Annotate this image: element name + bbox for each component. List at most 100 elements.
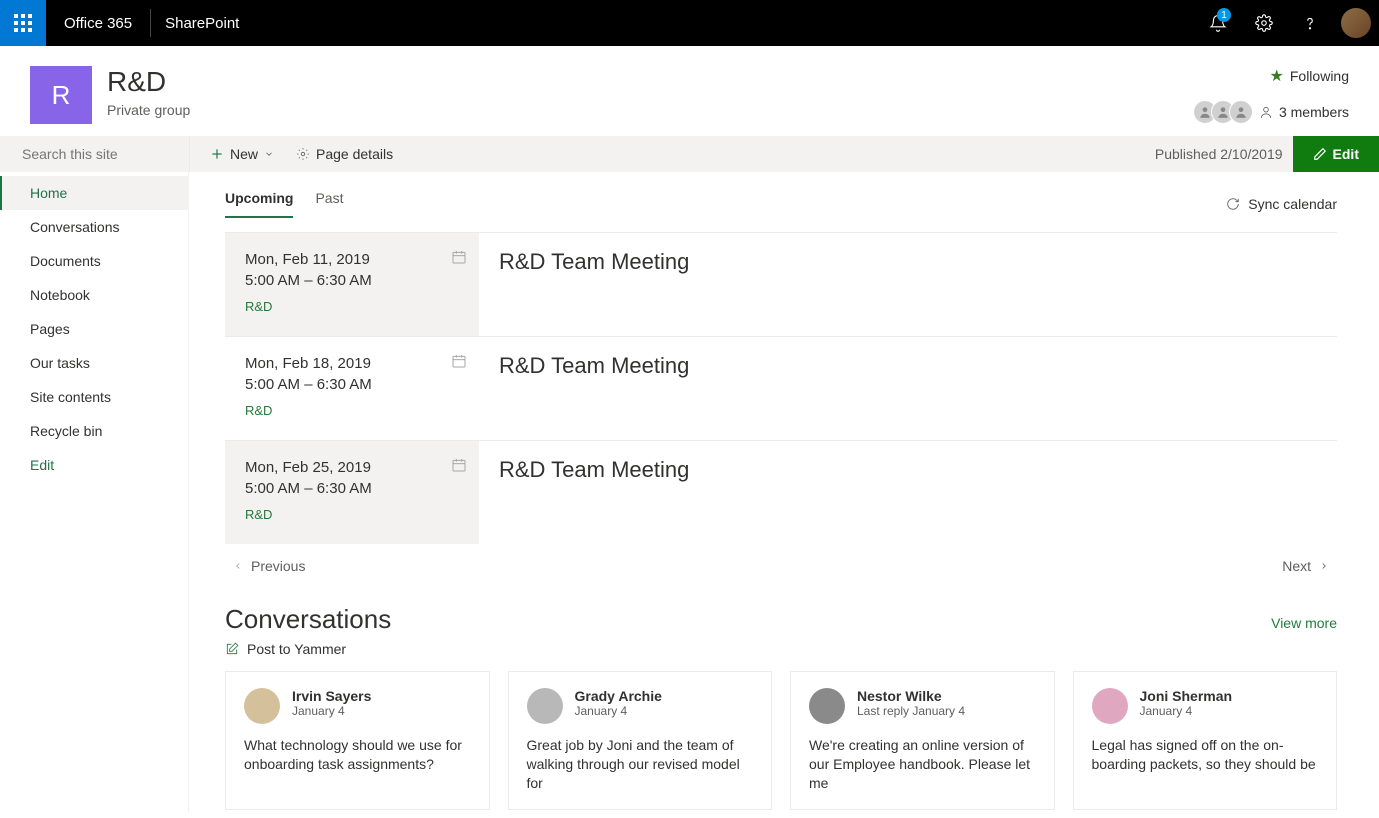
author-avatar xyxy=(244,688,280,724)
recurrence-icon xyxy=(451,457,467,473)
nav-item-documents[interactable]: Documents xyxy=(0,244,188,278)
event-body: R&D Team Meeting xyxy=(479,233,1337,336)
app-launcher[interactable] xyxy=(0,0,46,46)
conversation-card[interactable]: Irvin SayersJanuary 4What technology sho… xyxy=(225,671,490,810)
conversations-grid: Irvin SayersJanuary 4What technology sho… xyxy=(225,671,1337,810)
brand-label[interactable]: Office 365 xyxy=(46,9,151,37)
user-avatar-icon xyxy=(1341,8,1371,38)
author-avatar xyxy=(527,688,563,724)
search-box[interactable] xyxy=(0,136,189,172)
recurrence-icon xyxy=(451,353,467,369)
star-icon: ★ xyxy=(1270,66,1284,86)
pencil-icon xyxy=(1313,147,1327,161)
tab-past[interactable]: Past xyxy=(315,190,343,218)
sync-calendar-button[interactable]: Sync calendar xyxy=(1226,196,1337,212)
event-body: R&D Team Meeting xyxy=(479,441,1337,544)
nav-item-conversations[interactable]: Conversations xyxy=(0,210,188,244)
new-button[interactable]: New xyxy=(210,146,274,162)
event-date: Mon, Feb 25, 2019 xyxy=(245,459,459,476)
tab-upcoming[interactable]: Upcoming xyxy=(225,190,293,218)
author-name: Irvin Sayers xyxy=(292,688,371,704)
view-more-link[interactable]: View more xyxy=(1271,615,1337,631)
compose-icon xyxy=(225,642,239,656)
author-name: Joni Sherman xyxy=(1140,688,1233,704)
sync-label: Sync calendar xyxy=(1248,196,1337,212)
sync-icon xyxy=(1226,197,1240,211)
post-label: Post to Yammer xyxy=(247,641,346,657)
conversation-card[interactable]: Grady ArchieJanuary 4Great job by Joni a… xyxy=(508,671,773,810)
published-date: Published 2/10/2019 xyxy=(1155,146,1293,162)
post-date: Last reply January 4 xyxy=(857,704,965,718)
gear-icon xyxy=(296,147,310,161)
event-date: Mon, Feb 11, 2019 xyxy=(245,251,459,268)
conversation-card[interactable]: Nestor WilkeLast reply January 4 We're cr… xyxy=(790,671,1055,810)
settings-button[interactable] xyxy=(1241,0,1287,46)
previous-button[interactable]: Previous xyxy=(233,558,305,574)
follow-toggle[interactable]: ★ Following xyxy=(1199,66,1349,86)
conversations-heading: Conversations xyxy=(225,604,391,635)
event-date-cell: Mon, Feb 25, 2019 5:00 AM – 6:30 AM R&D xyxy=(225,441,479,544)
nav-item-our-tasks[interactable]: Our tasks xyxy=(0,346,188,380)
event-row[interactable]: Mon, Feb 18, 20195:00 AM – 6:30 AMR&DR&D… xyxy=(225,336,1337,440)
nav-item-site-contents[interactable]: Site contents xyxy=(0,380,188,414)
edit-label: Edit xyxy=(1333,146,1359,162)
nav-item-notebook[interactable]: Notebook xyxy=(0,278,188,312)
post-date: January 4 xyxy=(292,704,371,718)
new-label: New xyxy=(230,146,258,162)
author-name: Grady Archie xyxy=(575,688,662,704)
account-button[interactable] xyxy=(1333,0,1379,46)
chevron-down-icon xyxy=(264,149,274,159)
event-category: R&D xyxy=(245,507,459,522)
chevron-left-icon xyxy=(233,561,243,571)
main-content: Upcoming Past Sync calendar Mon, Feb 11, … xyxy=(189,172,1379,812)
conversation-card[interactable]: Joni ShermanJanuary 4Legal has signed of… xyxy=(1073,671,1338,810)
page-details-label: Page details xyxy=(316,146,393,162)
following-label: Following xyxy=(1290,68,1349,84)
events-list: Mon, Feb 11, 2019 5:00 AM – 6:30 AM R&D R&D… xyxy=(225,232,1337,544)
event-category: R&D xyxy=(245,299,459,314)
edit-button[interactable]: Edit xyxy=(1293,136,1379,172)
chevron-right-icon xyxy=(1319,561,1329,571)
page-details-button[interactable]: Page details xyxy=(296,146,393,162)
suite-bar: Office 365 SharePoint 1 xyxy=(0,0,1379,46)
person-icon xyxy=(1259,105,1273,119)
event-time: 5:00 AM – 6:30 AM xyxy=(245,272,459,289)
event-title: R&D Team Meeting xyxy=(499,249,1317,275)
nav-item-edit[interactable]: Edit xyxy=(0,448,188,482)
calendar-tabs: Upcoming Past xyxy=(225,190,343,218)
next-button[interactable]: Next xyxy=(1282,558,1329,574)
post-to-yammer-button[interactable]: Post to Yammer xyxy=(225,641,1337,657)
recurrence-icon xyxy=(451,249,467,265)
author-name: Nestor Wilke xyxy=(857,688,965,704)
plus-icon xyxy=(210,147,224,161)
event-row[interactable]: Mon, Feb 11, 2019 5:00 AM – 6:30 AM R&D R&D… xyxy=(225,232,1337,336)
nav-item-recycle-bin[interactable]: Recycle bin xyxy=(0,414,188,448)
event-row[interactable]: Mon, Feb 25, 2019 5:00 AM – 6:30 AM R&D R&D… xyxy=(225,440,1337,544)
event-date-cell: Mon, Feb 11, 2019 5:00 AM – 6:30 AM R&D xyxy=(225,233,479,336)
waffle-icon xyxy=(14,14,32,32)
help-button[interactable] xyxy=(1287,0,1333,46)
post-date: January 4 xyxy=(575,704,662,718)
app-label[interactable]: SharePoint xyxy=(151,15,253,32)
post-body: Legal has signed off on the on-boarding … xyxy=(1092,736,1319,774)
site-header: R R&D Private group ★ Following 3 member… xyxy=(0,46,1379,136)
event-body: R&D Team Meeting xyxy=(479,337,1337,440)
event-title: R&D Team Meeting xyxy=(499,353,1317,379)
event-category: R&D xyxy=(245,403,459,418)
notification-badge: 1 xyxy=(1217,8,1231,22)
site-title[interactable]: R&D xyxy=(107,66,190,98)
site-logo[interactable]: R xyxy=(30,66,92,124)
nav-item-pages[interactable]: Pages xyxy=(0,312,188,346)
event-time: 5:00 AM – 6:30 AM xyxy=(245,376,459,393)
members-label: 3 members xyxy=(1279,104,1349,120)
notifications-button[interactable]: 1 xyxy=(1195,0,1241,46)
command-bar: New Page details Published 2/10/2019 Edi… xyxy=(0,136,1379,172)
event-time: 5:00 AM – 6:30 AM xyxy=(245,480,459,497)
post-body: We're creating an online version of our … xyxy=(809,736,1036,793)
event-title: R&D Team Meeting xyxy=(499,457,1317,483)
site-subtitle: Private group xyxy=(107,102,190,118)
search-input[interactable] xyxy=(22,146,203,162)
nav-item-home[interactable]: Home xyxy=(0,176,188,210)
members-button[interactable]: 3 members xyxy=(1199,100,1349,124)
member-avatars xyxy=(1199,100,1253,124)
